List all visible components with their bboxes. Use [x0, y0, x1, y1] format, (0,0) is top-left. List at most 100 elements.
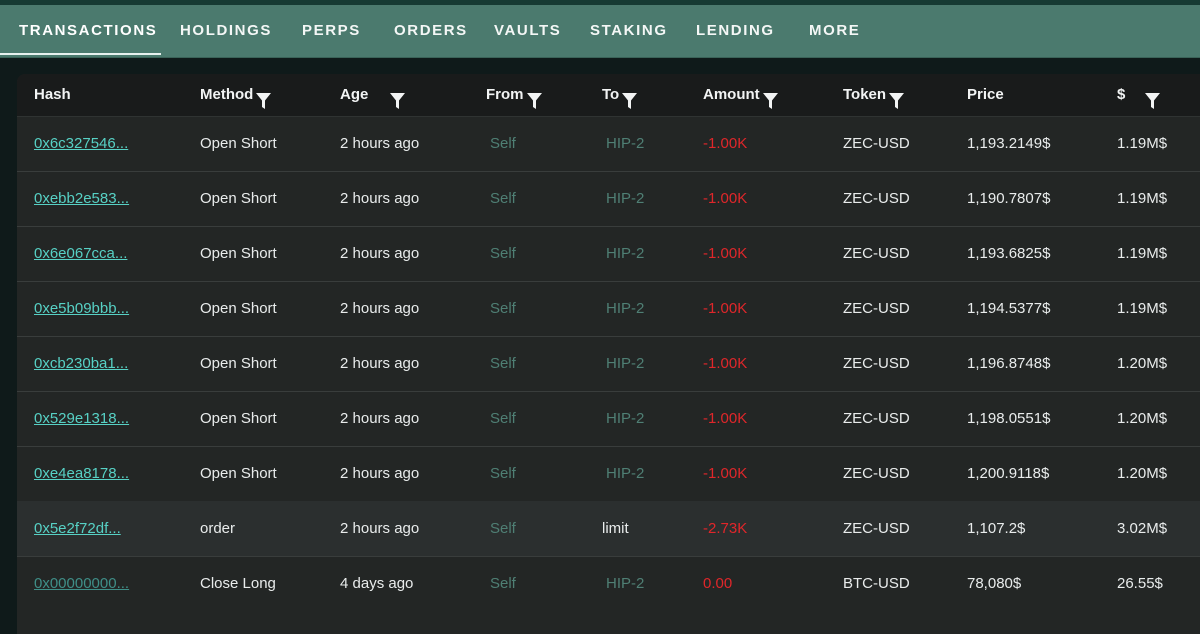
filter-icon[interactable] — [526, 85, 542, 109]
from-cell: Self — [490, 410, 516, 427]
amount-cell: -1.00K — [703, 245, 748, 262]
usd-value-cell: 1.19M$ — [1117, 135, 1168, 152]
usd-value-cell: 1.19M$ — [1117, 245, 1168, 262]
method-cell: Open Short — [200, 355, 277, 372]
tab-bar: TRANSACTIONS HOLDINGS PERPS ORDERS VAULT… — [0, 0, 1200, 58]
hash-link[interactable]: 0xe5b09bbb... — [34, 281, 129, 336]
age-cell: 2 hours ago — [340, 135, 420, 152]
usd-value-cell: 1.20M$ — [1117, 410, 1168, 427]
column-header-age: Age — [340, 74, 406, 116]
token-cell: BTC-USD — [843, 575, 910, 592]
token-cell: ZEC-USD — [843, 410, 910, 427]
hash-link[interactable]: 0x00000000... — [34, 556, 129, 611]
method-cell: Open Short — [200, 410, 277, 427]
from-cell: Self — [490, 520, 516, 537]
filter-icon[interactable] — [622, 85, 638, 109]
token-cell: ZEC-USD — [843, 520, 910, 537]
from-cell: Self — [490, 190, 516, 207]
token-cell: ZEC-USD — [843, 300, 910, 317]
hash-link[interactable]: 0x6e067cca... — [34, 226, 127, 281]
tab-vaults[interactable]: VAULTS — [494, 21, 561, 41]
table-row: 0xe4ea8178... Open Short 2 hours ago Sel… — [17, 446, 1200, 502]
amount-cell: -1.00K — [703, 190, 748, 207]
from-cell: Self — [490, 465, 516, 482]
age-cell: 2 hours ago — [340, 520, 420, 537]
amount-cell: -1.00K — [703, 135, 748, 152]
hash-link[interactable]: 0xcb230ba1... — [34, 336, 128, 391]
method-cell: Open Short — [200, 465, 277, 482]
usd-value-cell: 3.02M$ — [1117, 520, 1168, 537]
age-cell: 2 hours ago — [340, 245, 420, 262]
column-header-method: Method — [200, 74, 272, 116]
tab-bar-top-edge — [0, 0, 1200, 5]
filter-icon[interactable] — [889, 85, 905, 109]
to-cell: HIP-2 — [606, 245, 645, 262]
tab-holdings[interactable]: HOLDINGS — [180, 21, 272, 41]
tab-perps[interactable]: PERPS — [302, 21, 361, 41]
usd-value-cell: 26.55$ — [1117, 575, 1163, 592]
hash-link[interactable]: 0x6c327546... — [34, 116, 128, 171]
price-cell: 1,107.2$ — [967, 520, 1026, 537]
amount-cell: -1.00K — [703, 355, 748, 372]
hash-link[interactable]: 0x5e2f72df... — [34, 501, 121, 556]
table-row: 0xebb2e583... Open Short 2 hours ago Sel… — [17, 171, 1200, 227]
method-cell: Open Short — [200, 300, 277, 317]
amount-cell: -2.73K — [703, 520, 748, 537]
table-row: 0x529e1318... Open Short 2 hours ago Sel… — [17, 391, 1200, 447]
hash-link[interactable]: 0x529e1318... — [34, 391, 129, 446]
to-cell: limit — [602, 520, 629, 537]
tab-orders[interactable]: ORDERS — [394, 21, 468, 41]
table-row: 0x6e067cca... Open Short 2 hours ago Sel… — [17, 226, 1200, 282]
usd-value-cell: 1.20M$ — [1117, 465, 1168, 482]
column-header-price: Price — [967, 86, 1004, 103]
table-row: 0x6c327546... Open Short 2 hours ago Sel… — [17, 116, 1200, 172]
price-cell: 1,193.2149$ — [967, 135, 1051, 152]
tab-lending[interactable]: LENDING — [696, 21, 775, 41]
token-cell: ZEC-USD — [843, 135, 910, 152]
from-cell: Self — [490, 135, 516, 152]
tab-transactions[interactable]: TRANSACTIONS — [19, 21, 157, 41]
filter-icon[interactable] — [1145, 85, 1161, 109]
filter-icon[interactable] — [256, 85, 272, 109]
tab-staking[interactable]: STAKING — [590, 21, 668, 41]
filter-icon[interactable] — [762, 85, 778, 109]
amount-cell: 0.00 — [703, 575, 733, 592]
to-cell: HIP-2 — [606, 575, 645, 592]
amount-cell: -1.00K — [703, 465, 748, 482]
from-cell: Self — [490, 245, 516, 262]
token-cell: ZEC-USD — [843, 465, 910, 482]
price-cell: 78,080$ — [967, 575, 1022, 592]
amount-cell: -1.00K — [703, 300, 748, 317]
column-header-usd: $ — [1117, 74, 1161, 116]
amount-cell: -1.00K — [703, 410, 748, 427]
token-cell: ZEC-USD — [843, 355, 910, 372]
to-cell: HIP-2 — [606, 410, 645, 427]
from-cell: Self — [490, 300, 516, 317]
column-header-hash: Hash — [34, 86, 71, 103]
age-cell: 2 hours ago — [340, 190, 420, 207]
method-cell: Open Short — [200, 190, 277, 207]
age-cell: 4 days ago — [340, 575, 414, 592]
filter-icon[interactable] — [390, 85, 406, 109]
price-cell: 1,190.7807$ — [967, 190, 1051, 207]
transactions-table: Hash Method Age From To Amount Token Pri… — [17, 74, 1200, 634]
price-cell: 1,196.8748$ — [967, 355, 1051, 372]
age-cell: 2 hours ago — [340, 465, 420, 482]
table-row: 0x00000000... Close Long 4 days ago Self… — [17, 556, 1200, 611]
usd-value-cell: 1.19M$ — [1117, 300, 1168, 317]
table-row: 0xcb230ba1... Open Short 2 hours ago Sel… — [17, 336, 1200, 392]
to-cell: HIP-2 — [606, 135, 645, 152]
column-header-amount: Amount — [703, 74, 778, 116]
to-cell: HIP-2 — [606, 465, 645, 482]
method-cell: order — [200, 520, 236, 537]
age-cell: 2 hours ago — [340, 300, 420, 317]
method-cell: Open Short — [200, 245, 277, 262]
price-cell: 1,194.5377$ — [967, 300, 1051, 317]
tab-more[interactable]: MORE — [809, 21, 860, 41]
to-cell: HIP-2 — [606, 190, 645, 207]
hash-link[interactable]: 0xebb2e583... — [34, 171, 129, 226]
hash-link[interactable]: 0xe4ea8178... — [34, 446, 129, 501]
to-cell: HIP-2 — [606, 355, 645, 372]
age-cell: 2 hours ago — [340, 410, 420, 427]
token-cell: ZEC-USD — [843, 245, 910, 262]
